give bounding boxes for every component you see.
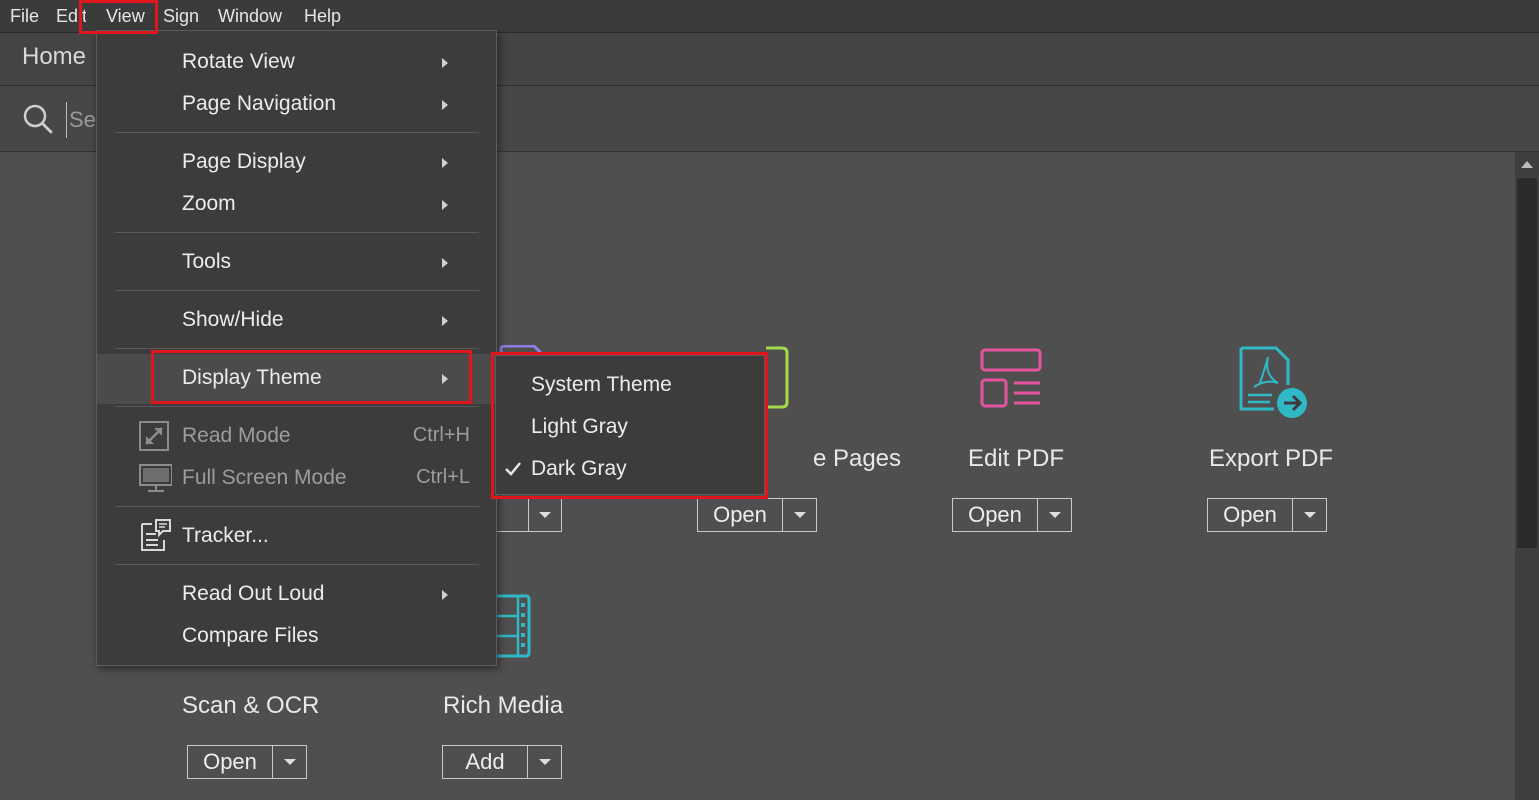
menu-item-label: Display Theme (182, 366, 322, 389)
menu-bar: File Edit View Sign Window Help (0, 0, 1539, 33)
submenu-item-dark-gray[interactable]: Dark Gray (496, 449, 764, 491)
menu-item-zoom[interactable]: Zoom (97, 184, 496, 226)
menu-item-full-screen-mode[interactable]: Full Screen Mode Ctrl+L (97, 458, 496, 500)
rich-media-add-button[interactable]: Add (443, 746, 528, 778)
edit-pdf-split-button[interactable]: Open (952, 498, 1072, 532)
scan-ocr-open-button[interactable]: Open (188, 746, 273, 778)
view-menu: Rotate View Page Navigation Page Display… (96, 30, 497, 666)
shortcut-label: Ctrl+L (416, 466, 470, 488)
menu-item-page-display[interactable]: Page Display (97, 142, 496, 184)
menu-item-label: Show/Hide (182, 308, 284, 331)
scan-ocr-split-button[interactable]: Open (187, 745, 307, 779)
menu-separator (115, 564, 479, 565)
edit-pdf-open-button[interactable]: Open (953, 499, 1038, 531)
menu-item-label: Page Navigation (182, 92, 337, 115)
submenu-arrow-icon (442, 316, 448, 326)
read-mode-icon (139, 421, 169, 451)
submenu-arrow-icon (442, 200, 448, 210)
submenu-arrow-icon (442, 58, 448, 68)
scan-ocr-label: Scan & OCR (182, 692, 320, 719)
menu-separator (115, 132, 479, 133)
menu-separator (115, 506, 479, 507)
export-pdf-dropdown-button[interactable] (1293, 499, 1326, 531)
scan-ocr-dropdown-button[interactable] (273, 746, 306, 778)
menu-item-label: Zoom (182, 192, 236, 215)
scroll-thumb[interactable] (1517, 178, 1537, 548)
menu-window[interactable]: Window (218, 0, 282, 32)
menu-item-label: Full Screen Mode (182, 466, 347, 489)
chevron-down-icon (538, 512, 551, 518)
tab-home[interactable]: Home (22, 43, 86, 71)
menu-file[interactable]: File (10, 0, 39, 32)
rich-media-label: Rich Media (443, 692, 564, 719)
organize-pages-label: e Pages (812, 445, 902, 472)
submenu-arrow-icon (442, 374, 448, 384)
organize-pages-split-button[interactable]: Open (697, 498, 817, 532)
menu-separator (115, 406, 479, 407)
export-pdf-label: Export PDF (1209, 445, 1334, 472)
menu-view[interactable]: View (106, 0, 145, 32)
submenu-item-system-theme[interactable]: System Theme (496, 365, 764, 407)
rich-media-split-button[interactable]: Add (442, 745, 562, 779)
edit-pdf-label: Edit PDF (968, 445, 1065, 472)
menu-separator (115, 232, 479, 233)
export-pdf-icon (1239, 346, 1307, 418)
submenu-arrow-icon (442, 590, 448, 600)
submenu-item-light-gray[interactable]: Light Gray (496, 407, 764, 449)
organize-pages-dropdown-button[interactable] (783, 499, 816, 531)
submenu-arrow-icon (442, 100, 448, 110)
menu-sign[interactable]: Sign (163, 0, 199, 32)
chevron-down-icon (1048, 512, 1061, 518)
menu-help[interactable]: Help (304, 0, 341, 32)
search-icon[interactable] (22, 103, 54, 135)
checkmark-icon (505, 462, 521, 476)
chevron-down-icon (1303, 512, 1316, 518)
chevron-down-icon (793, 512, 806, 518)
tool-dropdown-button[interactable] (528, 499, 561, 531)
menu-item-rotate-view[interactable]: Rotate View (97, 42, 496, 84)
export-pdf-split-button[interactable]: Open (1207, 498, 1327, 532)
menu-item-read-out-loud[interactable]: Read Out Loud (97, 574, 496, 616)
menu-item-tools[interactable]: Tools (97, 242, 496, 284)
display-theme-submenu: System Theme Light Gray Dark Gray (495, 355, 765, 495)
menu-item-label: Page Display (182, 150, 306, 173)
menu-item-label: Rotate View (182, 50, 295, 73)
rich-media-icon (496, 594, 531, 658)
menu-item-label: Read Mode (182, 424, 291, 447)
menu-item-read-mode[interactable]: Read Mode Ctrl+H (97, 416, 496, 458)
submenu-arrow-icon (442, 158, 448, 168)
menu-item-page-navigation[interactable]: Page Navigation (97, 84, 496, 126)
shortcut-label: Ctrl+H (412, 424, 470, 446)
submenu-item-label: Dark Gray (531, 457, 627, 480)
menu-item-tracker[interactable]: Tracker... (97, 516, 496, 558)
export-pdf-open-button[interactable]: Open (1208, 499, 1293, 531)
edit-pdf-dropdown-button[interactable] (1038, 499, 1071, 531)
menu-separator (115, 348, 479, 349)
menu-separator (115, 290, 479, 291)
submenu-item-label: System Theme (531, 373, 672, 396)
submenu-item-label: Light Gray (531, 415, 628, 438)
chevron-down-icon (538, 759, 551, 765)
menu-item-label: Compare Files (182, 624, 319, 647)
menu-item-show-hide[interactable]: Show/Hide (97, 300, 496, 342)
edit-pdf-icon (980, 348, 1042, 408)
menu-item-label: Tracker... (182, 524, 269, 547)
chevron-down-icon (283, 759, 296, 765)
menu-item-label: Read Out Loud (182, 582, 325, 605)
rich-media-dropdown-button[interactable] (528, 746, 561, 778)
scroll-up-icon[interactable] (1521, 160, 1533, 168)
monitor-icon (139, 464, 172, 492)
submenu-arrow-icon (442, 258, 448, 268)
menu-item-display-theme[interactable]: Display Theme (97, 354, 496, 404)
menu-item-compare-files[interactable]: Compare Files (97, 616, 496, 658)
menu-item-label: Tools (182, 250, 232, 273)
organize-pages-open-button[interactable]: Open (698, 499, 783, 531)
tracker-icon (141, 519, 171, 551)
menu-edit[interactable]: Edit (56, 0, 86, 32)
vertical-scrollbar[interactable] (1515, 152, 1539, 800)
